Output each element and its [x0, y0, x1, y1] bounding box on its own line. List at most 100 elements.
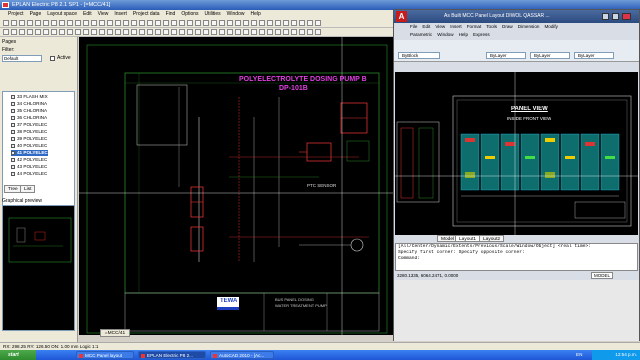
- toolbar-icon[interactable]: [251, 20, 257, 26]
- menu-modify[interactable]: Modify: [544, 23, 558, 31]
- toolbar-icon[interactable]: [219, 20, 225, 26]
- toolbar-icon[interactable]: [91, 29, 97, 35]
- toolbar-icon[interactable]: [179, 29, 185, 35]
- taskbar-item-autocad[interactable]: AutoCAD 2010 - [Ac...: [210, 351, 274, 359]
- menu-view[interactable]: View: [435, 23, 445, 31]
- tab-layout2[interactable]: Layout2: [479, 235, 505, 242]
- toolbar-icon[interactable]: [187, 29, 193, 35]
- menu-draw[interactable]: Draw: [502, 23, 513, 31]
- toolbar-icon[interactable]: [131, 20, 137, 26]
- menu-format[interactable]: Format: [467, 23, 482, 31]
- page-item[interactable]: 38 POLYELEC: [11, 129, 47, 135]
- toolbar-icon[interactable]: [259, 20, 265, 26]
- language-indicator[interactable]: EN: [576, 350, 582, 360]
- toolbar-icon[interactable]: [219, 29, 225, 35]
- menu-find[interactable]: Find: [166, 10, 176, 19]
- menu-file[interactable]: File: [410, 23, 417, 31]
- toolbar-icon[interactable]: [203, 29, 209, 35]
- menu-project-data[interactable]: Project data: [133, 10, 160, 19]
- toolbar-icon[interactable]: [315, 29, 321, 35]
- page-item[interactable]: 33 FLASH MIX: [11, 94, 48, 100]
- model-toggle[interactable]: MODEL: [591, 272, 614, 279]
- toolbar-icon[interactable]: [51, 20, 57, 26]
- toolbar-icon[interactable]: [203, 20, 209, 26]
- toolbar-icon[interactable]: [179, 20, 185, 26]
- toolbar-icon[interactable]: [99, 20, 105, 26]
- toolbar-icon[interactable]: [211, 20, 217, 26]
- toolbar-icon[interactable]: [243, 20, 249, 26]
- menu-help[interactable]: Help: [250, 10, 260, 19]
- menu-view[interactable]: View: [98, 10, 109, 19]
- toolbar-icon[interactable]: [43, 29, 49, 35]
- menu-express[interactable]: Express: [473, 31, 490, 39]
- tab-layout1[interactable]: Layout1: [455, 235, 481, 242]
- tab-list[interactable]: List: [20, 185, 36, 193]
- toolbar-icon[interactable]: [123, 29, 129, 35]
- menu-project[interactable]: Project: [8, 10, 24, 19]
- toolbar-icon[interactable]: [267, 20, 273, 26]
- page-item[interactable]: 37 POLYELEC: [11, 122, 47, 128]
- schematic-canvas[interactable]: POLYELECTROLYTE DOSING PUMP B DP-101B PT…: [79, 37, 395, 335]
- page-tab[interactable]: =MCC/41: [100, 329, 130, 337]
- toolbar-icon[interactable]: [3, 29, 9, 35]
- menu-options[interactable]: Options: [181, 10, 198, 19]
- page-item[interactable]: 36 CHLORINA: [11, 115, 47, 121]
- page-item[interactable]: 44 POLYELEC: [11, 171, 47, 177]
- command-window[interactable]: [All/Center/Dynamic/Extents/Previous/Sca…: [395, 243, 638, 271]
- toolbar-icon[interactable]: [227, 29, 233, 35]
- close-icon[interactable]: [622, 13, 631, 20]
- page-item-selected[interactable]: 41 POLYELEC: [11, 150, 48, 156]
- toolbar-icon[interactable]: [291, 20, 297, 26]
- toolbar-icon[interactable]: [307, 20, 313, 26]
- clock[interactable]: 12:54 p.m.: [615, 352, 637, 357]
- toolbar-icon[interactable]: [235, 29, 241, 35]
- toolbar-icon[interactable]: [27, 29, 33, 35]
- layer-dropdown[interactable]: ByBlock: [398, 52, 440, 59]
- toolbar-icon[interactable]: [59, 29, 65, 35]
- lineweight-dropdown[interactable]: ByLayer: [574, 52, 614, 59]
- menu-insert[interactable]: Insert: [114, 10, 127, 19]
- toolbar-icon[interactable]: [139, 20, 145, 26]
- taskbar-item-eplan[interactable]: EPLAN Electric P8 2...: [138, 351, 206, 359]
- filter-select[interactable]: Default: [2, 55, 42, 62]
- toolbar-icon[interactable]: [227, 20, 233, 26]
- menu-dimension[interactable]: Dimension: [518, 23, 540, 31]
- toolbar-icon[interactable]: [67, 20, 73, 26]
- toolbar-icon[interactable]: [155, 29, 161, 35]
- menu-edit[interactable]: Edit: [422, 23, 430, 31]
- toolbar-icon[interactable]: [3, 20, 9, 26]
- menu-parametric[interactable]: Parametric: [410, 31, 432, 39]
- toolbar-icon[interactable]: [75, 20, 81, 26]
- menu-window[interactable]: Window: [437, 31, 453, 39]
- toolbar-icon[interactable]: [115, 20, 121, 26]
- toolbar-icon[interactable]: [107, 20, 113, 26]
- toolbar-icon[interactable]: [275, 20, 281, 26]
- autocad-drawing-area[interactable]: PANEL VIEW INSIDE FRONT VIEW: [395, 72, 638, 235]
- toolbar-icon[interactable]: [123, 20, 129, 26]
- toolbar-icon[interactable]: [99, 29, 105, 35]
- toolbar-icon[interactable]: [107, 29, 113, 35]
- toolbar-icon[interactable]: [19, 29, 25, 35]
- page-item[interactable]: 42 POLYELEC: [11, 157, 47, 163]
- menu-layout-space[interactable]: Layout space: [47, 10, 77, 19]
- toolbar-icon[interactable]: [243, 29, 249, 35]
- toolbar-icon[interactable]: [251, 29, 257, 35]
- toolbar-icon[interactable]: [267, 29, 273, 35]
- toolbar-icon[interactable]: [283, 20, 289, 26]
- toolbar-icon[interactable]: [195, 20, 201, 26]
- toolbar-icon[interactable]: [163, 29, 169, 35]
- toolbar-icon[interactable]: [147, 29, 153, 35]
- toolbar-icon[interactable]: [291, 29, 297, 35]
- page-item[interactable]: 34 CHLORINA: [11, 101, 47, 107]
- linetype-dropdown[interactable]: ByLayer: [530, 52, 570, 59]
- menu-edit[interactable]: Edit: [83, 10, 92, 19]
- toolbar-icon[interactable]: [307, 29, 313, 35]
- toolbar-icon[interactable]: [299, 29, 305, 35]
- toolbar-icon[interactable]: [155, 20, 161, 26]
- toolbar-icon[interactable]: [35, 20, 41, 26]
- toolbar-icon[interactable]: [299, 20, 305, 26]
- toolbar-icon[interactable]: [171, 29, 177, 35]
- toolbar-icon[interactable]: [51, 29, 57, 35]
- toolbar-icon[interactable]: [275, 29, 281, 35]
- toolbar-icon[interactable]: [315, 20, 321, 26]
